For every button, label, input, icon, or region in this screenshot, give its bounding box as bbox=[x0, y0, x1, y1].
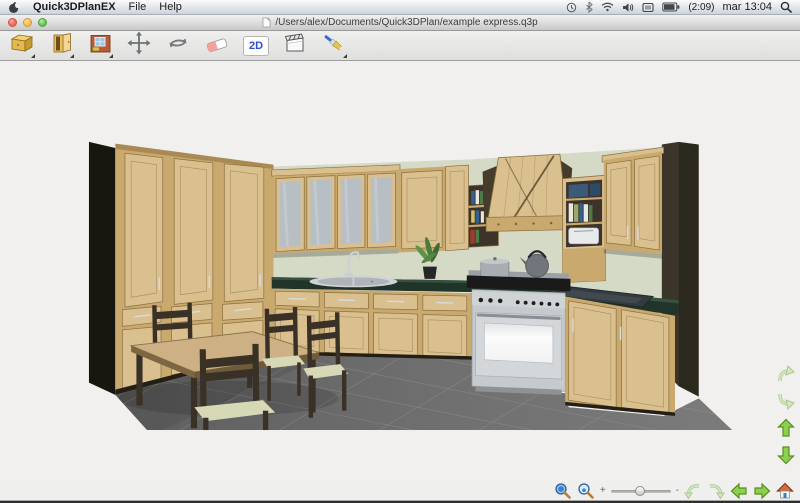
zoom-window-button[interactable] bbox=[577, 482, 595, 500]
app-menu[interactable]: Quick3DPlanEX bbox=[33, 1, 116, 13]
move-cross-icon bbox=[127, 31, 151, 60]
screen: Quick3DPlanEX File Help (2:09) bbox=[0, 0, 800, 500]
window-title: /Users/alex/Documents/Quick3DPlan/exampl… bbox=[275, 17, 537, 28]
dropdown-arrow-icon bbox=[70, 54, 74, 58]
dropdown-arrow-icon bbox=[109, 54, 113, 58]
display-icon[interactable] bbox=[642, 2, 654, 13]
move-up-button[interactable] bbox=[775, 417, 797, 439]
zoom-slider-thumb[interactable] bbox=[635, 486, 645, 496]
apple-menu-icon[interactable] bbox=[8, 1, 20, 14]
bluetooth-icon[interactable] bbox=[585, 1, 593, 13]
left-wall bbox=[89, 142, 115, 395]
side-navigation bbox=[775, 363, 797, 466]
right-wall bbox=[679, 142, 699, 397]
eraser-icon bbox=[204, 33, 230, 58]
menu-file[interactable]: File bbox=[129, 1, 147, 13]
toolbar: 2D bbox=[0, 31, 800, 61]
menu-bar: Quick3DPlanEX File Help (2:09) bbox=[0, 0, 800, 15]
kitchen-render bbox=[0, 61, 800, 481]
clapperboard-icon bbox=[283, 32, 307, 59]
dropdown-arrow-icon bbox=[343, 54, 347, 58]
look-down-button[interactable] bbox=[775, 390, 797, 412]
close-button[interactable] bbox=[8, 18, 17, 27]
walk-left-button[interactable] bbox=[730, 482, 748, 500]
zoom-in-label: + bbox=[600, 486, 606, 496]
window-title-bar[interactable]: /Users/alex/Documents/Quick3DPlan/exampl… bbox=[0, 15, 800, 31]
rotate-button[interactable] bbox=[164, 33, 192, 59]
menu-clock[interactable]: mar 13:04 bbox=[722, 1, 772, 13]
zoom-slider[interactable] bbox=[611, 485, 671, 497]
wifi-icon[interactable] bbox=[601, 2, 614, 12]
2d-label: 2D bbox=[243, 36, 269, 56]
dropdown-arrow-icon bbox=[31, 54, 35, 58]
move-button[interactable] bbox=[125, 33, 153, 59]
menu-help[interactable]: Help bbox=[159, 1, 182, 13]
volume-icon[interactable] bbox=[622, 2, 634, 13]
document-proxy-icon[interactable] bbox=[262, 17, 271, 28]
turn-left-button[interactable] bbox=[684, 482, 702, 500]
wall-cabinets-right[interactable] bbox=[602, 147, 664, 259]
open-shelf-right[interactable] bbox=[563, 175, 606, 282]
minimize-button[interactable] bbox=[23, 18, 32, 27]
clock-icon[interactable] bbox=[566, 2, 577, 13]
render-movie-button[interactable] bbox=[281, 33, 309, 59]
corner-cabinet[interactable] bbox=[398, 165, 468, 252]
2d-view-button[interactable]: 2D bbox=[242, 33, 270, 59]
add-furniture-button[interactable] bbox=[8, 33, 36, 59]
erase-button[interactable] bbox=[203, 33, 231, 59]
zoom-button[interactable] bbox=[38, 18, 47, 27]
wall-cabinets-glass[interactable] bbox=[272, 165, 400, 258]
spotlight-icon[interactable] bbox=[780, 1, 792, 13]
add-door-button[interactable] bbox=[47, 33, 75, 59]
status-bar: + - bbox=[0, 481, 800, 500]
battery-icon[interactable] bbox=[662, 2, 680, 12]
home-view-button[interactable] bbox=[776, 482, 794, 500]
walk-right-button[interactable] bbox=[753, 482, 771, 500]
add-window-button[interactable] bbox=[86, 33, 114, 59]
zoom-out-label: - bbox=[676, 486, 679, 496]
paint-material-button[interactable] bbox=[320, 33, 348, 59]
turn-right-button[interactable] bbox=[707, 482, 725, 500]
look-up-button[interactable] bbox=[775, 363, 797, 385]
rotate-icon bbox=[166, 33, 190, 58]
zoom-select-button[interactable] bbox=[554, 482, 572, 500]
move-down-button[interactable] bbox=[775, 444, 797, 466]
battery-time: (2:09) bbox=[688, 2, 714, 13]
3d-viewport[interactable] bbox=[0, 61, 800, 481]
